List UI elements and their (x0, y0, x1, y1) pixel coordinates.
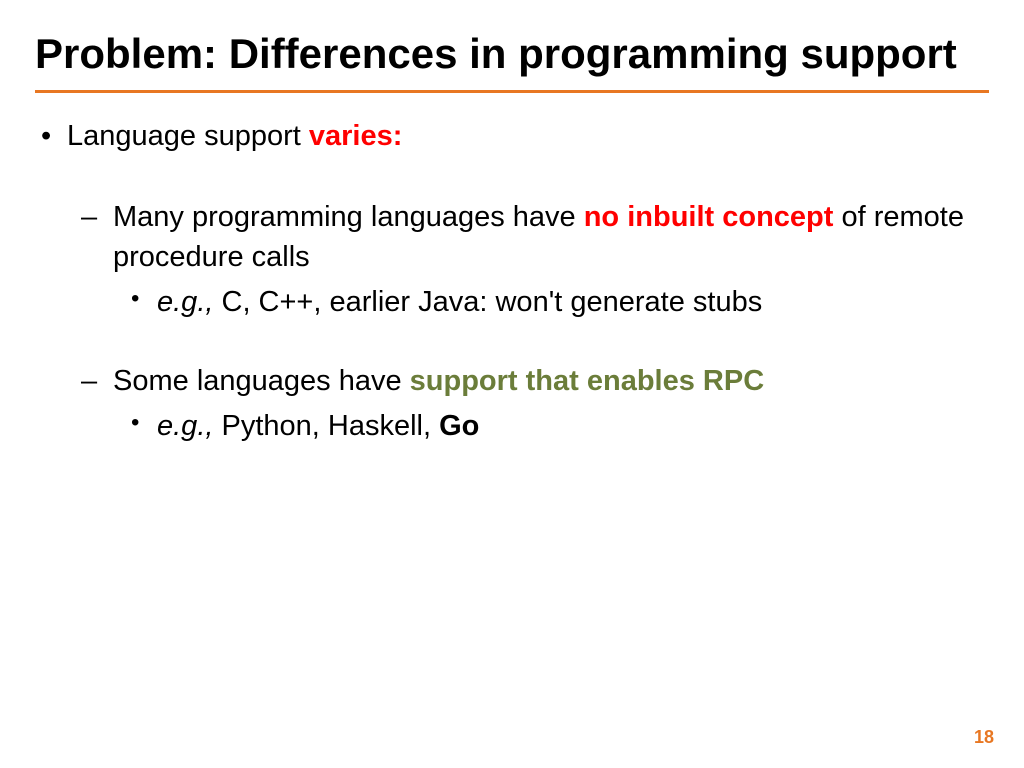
slide-container: Problem: Differences in programming supp… (0, 0, 1024, 768)
bullet-item-3b: e.g., Python, Haskell, Go (113, 407, 989, 446)
bullet-list-level3b: e.g., Python, Haskell, Go (113, 407, 989, 446)
bullet-item-2a: Many programming languages have no inbui… (67, 198, 989, 321)
bullet3b-bold: Go (439, 410, 479, 442)
bullet-list-level3a: e.g., C, C++, earlier Java: won't genera… (113, 283, 989, 322)
bullet3a-text: C, C++, earlier Java: won't generate stu… (213, 286, 762, 318)
slide-title: Problem: Differences in programming supp… (35, 30, 989, 78)
bullet3b-text: Python, Haskell, (213, 410, 439, 442)
slide-content: Language support varies: Many programmin… (35, 117, 989, 446)
bullet2b-emphasis: support that enables RPC (410, 365, 765, 397)
bullet1-emphasis: varies: (309, 120, 403, 152)
bullet2a-emphasis: no inbuilt concept (584, 201, 834, 233)
bullet3b-eg: e.g., (157, 410, 213, 442)
bullet-list-level2: Many programming languages have no inbui… (67, 198, 989, 446)
bullet3a-eg: e.g., (157, 286, 213, 318)
bullet-item-2b: Some languages have support that enables… (67, 362, 989, 446)
bullet2b-prefix: Some languages have (113, 365, 410, 397)
bullet-item-1: Language support varies: Many programmin… (35, 117, 989, 446)
bullet-item-3a: e.g., C, C++, earlier Java: won't genera… (113, 283, 989, 322)
bullet-list-level1: Language support varies: Many programmin… (35, 117, 989, 446)
bullet2a-prefix: Many programming languages have (113, 201, 584, 233)
title-divider (35, 90, 989, 93)
bullet1-prefix: Language support (67, 120, 309, 152)
page-number: 18 (974, 727, 994, 748)
